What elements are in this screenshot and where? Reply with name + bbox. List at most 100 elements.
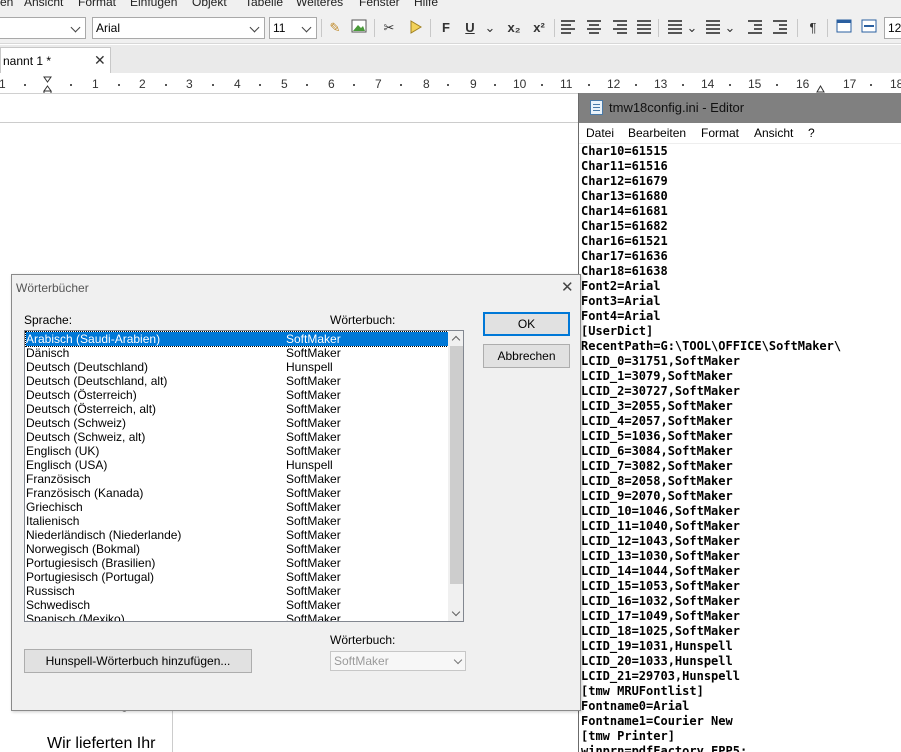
list-item[interactable]: Französisch SoftMaker — [26, 472, 448, 486]
notepad-titlebar[interactable]: tmw18config.ini - Editor — [579, 93, 901, 123]
align-right-icon[interactable] — [613, 20, 627, 34]
font-name-combo[interactable]: Arial — [92, 17, 265, 39]
menu-item-file[interactable]: en — [0, 0, 13, 9]
list-item[interactable]: Deutsch (Deutschland, alt) SoftMaker — [26, 374, 448, 388]
formatting-toolbar: Arial 11 ✎ ✂ F U ⌄ x₂ x² ⌄ ⌄ ¶ 12 — [0, 12, 901, 44]
list-item[interactable]: Französisch (Kanada) SoftMaker — [26, 486, 448, 500]
format-painter-icon[interactable] — [406, 19, 424, 37]
notepad-menu-view[interactable]: Ansicht — [754, 126, 793, 140]
notepad-menu-help[interactable]: ? — [808, 126, 815, 140]
ruler-number: 7 — [375, 77, 382, 91]
notepad-line: Char15=61682 — [581, 219, 668, 233]
font-size-combo[interactable]: 11 — [269, 17, 317, 39]
language-dictionary-list[interactable]: Arabisch (Saudi-Arabien) SoftMaker Dänisch… — [24, 330, 464, 622]
menu-item-format[interactable]: Format — [78, 0, 116, 9]
ruler-number: 5 — [281, 77, 288, 91]
notepad-icon — [590, 100, 603, 115]
list-item-dictionary: SoftMaker — [286, 388, 341, 402]
horizontal-ruler[interactable]: 1 1 2 3 4 5 6 7 8 9 10 11 12 13 14 15 16… — [0, 75, 901, 94]
subscript-button[interactable]: x₂ — [505, 19, 523, 37]
bold-button[interactable]: F — [439, 19, 453, 37]
dictionary-select[interactable]: SoftMaker — [330, 651, 466, 671]
list-item[interactable]: Spanisch (Mexiko) SoftMaker — [26, 612, 448, 621]
notepad-line: LCID_7=3082,SoftMaker — [581, 459, 733, 473]
scissors-icon[interactable]: ✂ — [380, 19, 398, 37]
notepad-menu-format[interactable]: Format — [701, 126, 739, 140]
list-item[interactable]: Italienisch SoftMaker — [26, 514, 448, 528]
list-item[interactable]: Portugiesisch (Brasilien) SoftMaker — [26, 556, 448, 570]
list-item[interactable]: Deutsch (Österreich, alt) SoftMaker — [26, 402, 448, 416]
list-item[interactable]: Deutsch (Deutschland) Hunspell — [26, 360, 448, 374]
scroll-up-button[interactable] — [448, 331, 463, 346]
notepad-text-area[interactable]: Char10=61515 Char11=61516 Char12=61679 Char… — [581, 144, 841, 752]
close-icon[interactable]: ✕ — [94, 52, 106, 69]
ruler-tick — [447, 84, 449, 86]
scroll-down-button[interactable] — [448, 606, 463, 621]
list-item[interactable]: Russisch SoftMaker — [26, 584, 448, 598]
list-scrollbar[interactable] — [448, 331, 463, 621]
outline-view-icon[interactable] — [861, 19, 877, 37]
list-item[interactable]: Dänisch SoftMaker — [26, 346, 448, 360]
underline-button[interactable]: U — [463, 19, 477, 37]
style-combo[interactable] — [0, 17, 86, 39]
list-item[interactable]: Schwedisch SoftMaker — [26, 598, 448, 612]
list-item[interactable]: Englisch (UK) SoftMaker — [26, 444, 448, 458]
numbered-list-icon[interactable] — [706, 20, 720, 34]
add-hunspell-dictionary-button[interactable]: Hunspell-Wörterbuch hinzufügen... — [24, 649, 252, 673]
list-item-language: Deutsch (Deutschland) — [26, 360, 149, 374]
notepad-line: LCID_16=1032,SoftMaker — [581, 594, 740, 608]
cancel-button[interactable]: Abbrechen — [483, 344, 570, 368]
notepad-menu-edit[interactable]: Bearbeiten — [628, 126, 686, 140]
list-item[interactable]: Norwegisch (Bokmal) SoftMaker — [26, 542, 448, 556]
menu-item-extras[interactable]: Weiteres — [296, 0, 343, 9]
menu-item-help[interactable]: Hilfe — [414, 0, 438, 9]
notepad-menu-file[interactable]: Datei — [586, 126, 614, 140]
list-item-dictionary: SoftMaker — [286, 528, 341, 542]
menu-item-table[interactable]: Tabelle — [245, 0, 283, 9]
list-item[interactable]: Niederländisch (Niederlande) SoftMaker — [26, 528, 448, 542]
ruler-tick — [682, 84, 684, 86]
list-item[interactable]: Englisch (USA) Hunspell — [26, 458, 448, 472]
notepad-line: Font4=Arial — [581, 309, 661, 323]
document-tab-title: nannt 1 * — [3, 54, 52, 68]
menu-item-insert[interactable]: Einfügen — [130, 0, 177, 9]
notepad-menubar: Datei Bearbeiten Format Ansicht ? — [579, 123, 901, 144]
notepad-line: RecentPath=G:\TOOL\OFFICE\SoftMaker\ — [581, 339, 842, 353]
ruler-tick — [165, 84, 167, 86]
list-item[interactable]: Griechisch SoftMaker — [26, 500, 448, 514]
superscript-button[interactable]: x² — [530, 19, 548, 37]
pilcrow-button[interactable]: ¶ — [806, 19, 820, 37]
align-left-icon[interactable] — [561, 20, 575, 34]
scroll-thumb[interactable] — [450, 346, 463, 584]
list-item-language: Russisch — [26, 584, 75, 598]
list-item[interactable]: Deutsch (Österreich) SoftMaker — [26, 388, 448, 402]
brush-icon[interactable]: ✎ — [326, 19, 344, 37]
picture-icon[interactable] — [350, 19, 368, 37]
list-item[interactable]: Deutsch (Schweiz) SoftMaker — [26, 416, 448, 430]
ok-button[interactable]: OK — [483, 312, 570, 336]
close-icon[interactable]: ✕ — [561, 278, 574, 296]
indent-decrease-icon[interactable] — [773, 20, 787, 34]
list-item[interactable]: Arabisch (Saudi-Arabien) SoftMaker — [25, 331, 449, 347]
list-item[interactable]: Deutsch (Schweiz, alt) SoftMaker — [26, 430, 448, 444]
menu-item-object[interactable]: Objekt — [192, 0, 227, 9]
menu-item-view[interactable]: Ansicht — [24, 0, 63, 9]
right-indent-marker[interactable] — [816, 76, 825, 94]
list-item[interactable]: Portugiesisch (Portugal) SoftMaker — [26, 570, 448, 584]
chevron-down-icon[interactable]: ⌄ — [686, 19, 698, 37]
chevron-down-icon[interactable]: ⌄ — [484, 19, 496, 37]
menu-item-window[interactable]: Fenster — [359, 0, 400, 9]
chevron-down-icon[interactable]: ⌄ — [724, 19, 736, 37]
justify-icon[interactable] — [637, 20, 651, 34]
align-center-icon[interactable] — [587, 20, 601, 34]
chevron-up-icon — [451, 335, 461, 345]
ruler-tick — [212, 84, 214, 86]
ruler-tick — [306, 84, 308, 86]
indent-increase-icon[interactable] — [748, 20, 762, 34]
page-view-icon[interactable] — [836, 19, 852, 37]
chevron-down-icon — [70, 18, 82, 38]
left-indent-marker[interactable] — [43, 76, 52, 94]
zoom-combo[interactable]: 12 — [884, 17, 901, 39]
bullet-list-icon[interactable] — [668, 20, 682, 34]
document-tab[interactable]: nannt 1 * ✕ — [0, 47, 111, 73]
